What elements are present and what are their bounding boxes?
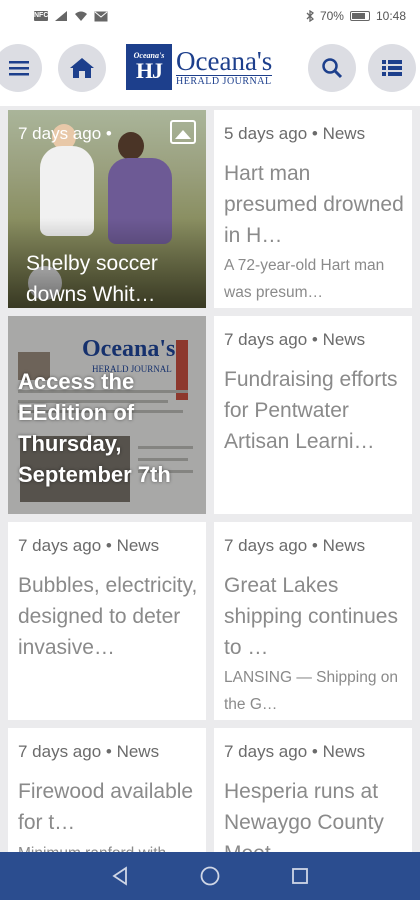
news-card[interactable]: 5 days ago • News Hart man presumed drow… — [214, 110, 412, 308]
back-button[interactable] — [106, 862, 134, 890]
news-card[interactable]: Oceana's HERALD JOURNAL Access the EEdit… — [8, 316, 206, 514]
card-summary: LANSING — Shipping on the G… — [224, 669, 399, 713]
card-meta: 7 days ago • News — [224, 742, 366, 761]
list-icon — [382, 60, 402, 76]
card-meta: 7 days ago • News — [18, 742, 160, 761]
card-headline: Shelby soccer downs Whit… — [26, 252, 158, 306]
square-recents-icon — [292, 868, 308, 884]
news-card[interactable]: 7 days ago • Shelby soccer downs Whit… — [8, 110, 206, 308]
news-card[interactable]: 7 days ago • News Great Lakes shipping c… — [214, 522, 412, 720]
logo-wordmark: Oceana's HERALD JOURNAL — [176, 45, 273, 87]
logo-subtitle: HERALD JOURNAL — [176, 74, 273, 87]
home-nav-button[interactable] — [196, 862, 224, 890]
back-icon — [112, 866, 127, 886]
menu-icon — [9, 61, 29, 76]
card-headline: Fundraising efforts for Pentwater Artisa… — [224, 368, 398, 453]
news-card[interactable]: 7 days ago • News Fundraising efforts fo… — [214, 316, 412, 514]
logo-badge: Oceana's HJ — [126, 44, 172, 90]
recents-button[interactable] — [286, 862, 314, 890]
signal-icon — [55, 11, 67, 21]
search-icon — [322, 58, 343, 79]
card-meta: 7 days ago • — [18, 124, 112, 143]
app-header: Oceana's HJ Oceana's HERALD JOURNAL — [0, 32, 420, 106]
status-right: 70% 10:48 — [306, 9, 406, 23]
battery-icon — [349, 11, 370, 21]
battery-percent: 70% — [319, 9, 344, 23]
list-view-button[interactable] — [368, 44, 416, 92]
home-button[interactable] — [58, 44, 106, 92]
system-nav-bar — [0, 852, 420, 900]
card-summary: A 72-year-old Hart man was presum… — [224, 257, 385, 301]
card-meta: 7 days ago • News — [224, 536, 366, 555]
card-headline: Bubbles, electricity, designed to deter … — [18, 574, 198, 659]
circle-home-icon — [200, 866, 220, 886]
card-meta: 7 days ago • News — [18, 536, 160, 555]
mail-icon — [94, 11, 108, 21]
status-left: NFC — [34, 10, 108, 22]
card-headline: Hart man presumed drowned in H… — [224, 162, 404, 247]
status-bar: NFC 70% 10:48 — [0, 0, 420, 32]
logo-badge-big: HJ — [135, 58, 163, 83]
nfc-icon: NFC — [34, 11, 49, 21]
logo-name: Oceana's — [176, 45, 273, 76]
menu-button[interactable] — [0, 44, 42, 92]
clock: 10:48 — [375, 9, 406, 23]
wifi-icon — [75, 11, 87, 21]
card-headline: Firewood available for t… — [18, 780, 194, 834]
site-logo[interactable]: Oceana's HJ Oceana's HERALD JOURNAL — [126, 44, 273, 90]
bluetooth-icon — [306, 10, 314, 22]
gallery-icon — [170, 120, 196, 144]
search-button[interactable] — [308, 44, 356, 92]
card-headline: Great Lakes shipping continues to … — [224, 574, 398, 659]
card-meta: 5 days ago • News — [224, 124, 366, 143]
news-card[interactable]: 7 days ago • News Hesperia runs at Neway… — [214, 728, 412, 868]
home-icon — [70, 58, 94, 78]
news-card[interactable]: 7 days ago • News Firewood available for… — [8, 728, 206, 868]
card-headline: Access the EEdition of Thursday, Septemb… — [18, 369, 171, 487]
news-card[interactable]: 7 days ago • News Bubbles, electricity, … — [8, 522, 206, 720]
card-meta: 7 days ago • News — [224, 330, 366, 349]
